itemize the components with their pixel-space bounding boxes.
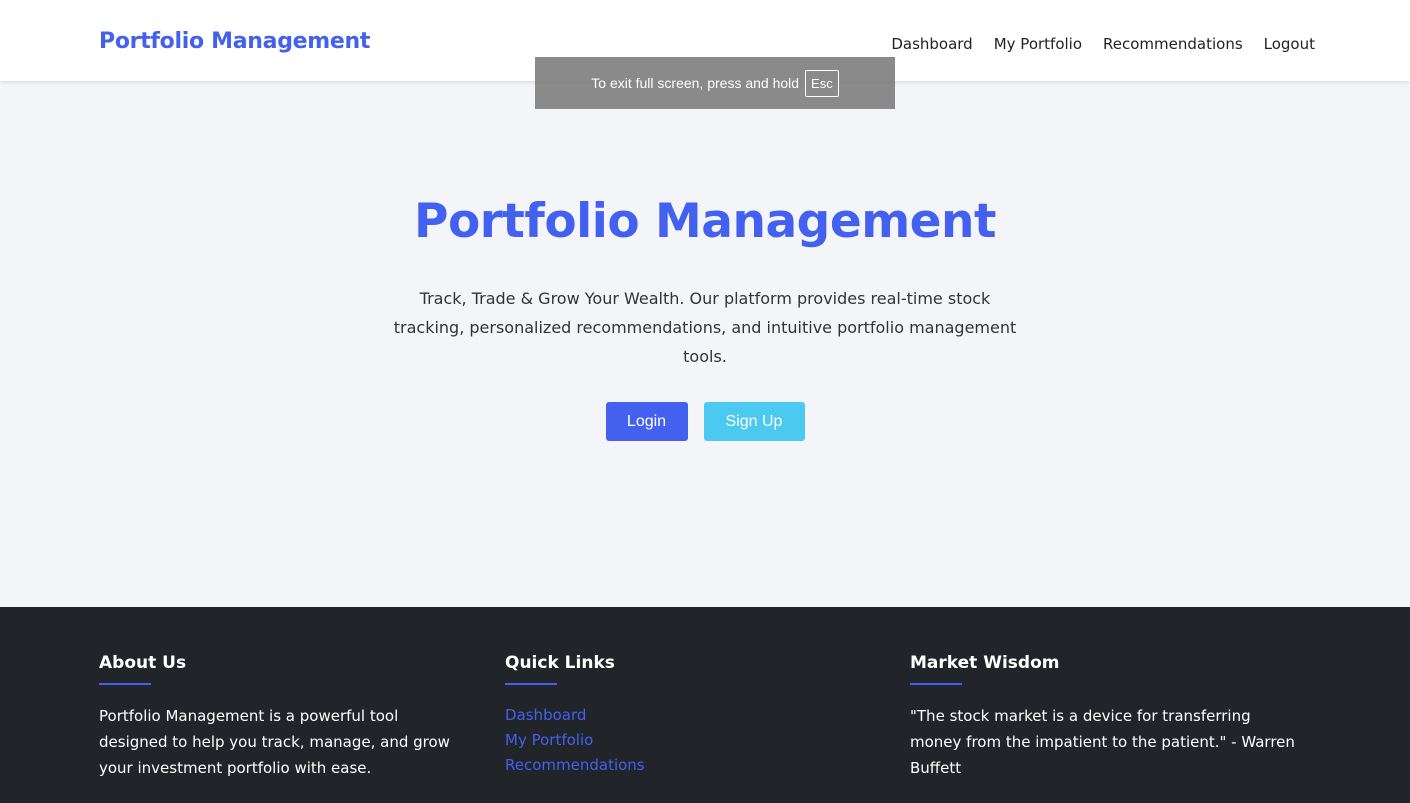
hero-actions: Login Sign Up — [0, 402, 1410, 441]
list-item: Recommendations — [505, 752, 805, 778]
footer-link-my-portfolio[interactable]: My Portfolio — [505, 727, 805, 753]
hero-description: Track, Trade & Grow Your Wealth. Our pla… — [393, 289, 1017, 366]
footer-links-list: Dashboard My Portfolio Recommendations — [505, 702, 805, 778]
footer-wisdom-quote: "The stock market is a device for transf… — [910, 707, 1295, 777]
footer-market-wisdom-section: Market Wisdom "The stock market is a dev… — [910, 653, 1300, 781]
footer-about-text: Portfolio Management is a powerful tool … — [99, 707, 450, 777]
footer-links-heading: Quick Links — [505, 653, 615, 673]
brand-logo[interactable]: Portfolio Management — [99, 29, 370, 54]
esc-key-badge: Esc — [805, 69, 839, 97]
heading-underline — [505, 683, 557, 685]
site-footer: About Us Portfolio Management is a power… — [0, 607, 1410, 803]
footer-quick-links-section: Quick Links Dashboard My Portfolio Recom… — [505, 653, 805, 778]
footer-link-dashboard[interactable]: Dashboard — [505, 702, 805, 728]
nav-logout[interactable]: Logout — [1264, 35, 1315, 53]
footer-wisdom-heading: Market Wisdom — [910, 653, 1060, 673]
heading-underline — [99, 683, 151, 685]
login-button[interactable]: Login — [605, 402, 688, 441]
heading-underline — [910, 683, 962, 685]
list-item: My Portfolio — [505, 727, 805, 753]
nav-dashboard[interactable]: Dashboard — [891, 35, 972, 53]
footer-about-heading: About Us — [99, 653, 187, 673]
footer-link-recommendations[interactable]: Recommendations — [505, 752, 805, 778]
fullscreen-notice-text: To exit full screen, press and hold — [591, 75, 800, 91]
nav-recommendations[interactable]: Recommendations — [1103, 35, 1243, 53]
list-item: Dashboard — [505, 702, 805, 728]
fullscreen-exit-notice: To exit full screen, press and hold Esc — [535, 57, 895, 109]
signup-button[interactable]: Sign Up — [703, 402, 805, 441]
footer-about-section: About Us Portfolio Management is a power… — [99, 653, 459, 781]
nav-my-portfolio[interactable]: My Portfolio — [994, 35, 1082, 53]
main-nav: Dashboard My Portfolio Recommendations L… — [891, 35, 1315, 53]
hero-title: Portfolio Management — [414, 194, 996, 249]
